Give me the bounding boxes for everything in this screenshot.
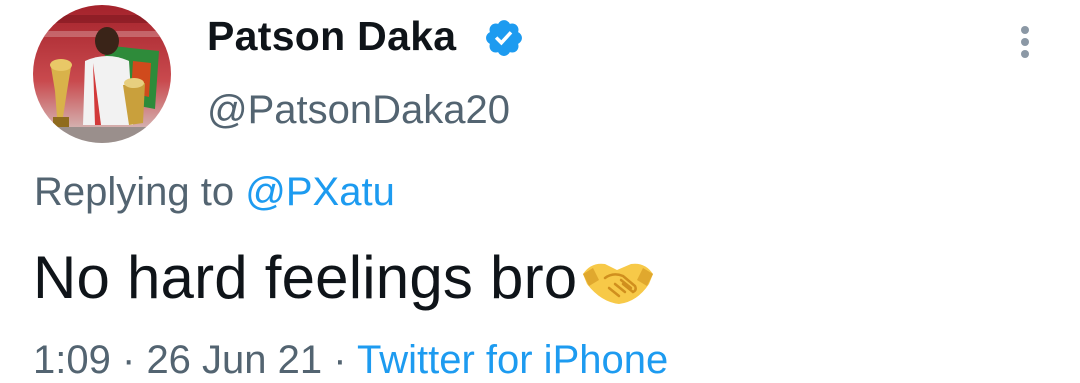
replying-to-prefix: Replying to <box>34 170 235 214</box>
reply-target-link[interactable]: @PXatu <box>245 170 395 214</box>
more-dot <box>1021 38 1029 46</box>
handshake-emoji-icon <box>583 263 654 304</box>
meta-separator: · <box>333 338 347 382</box>
author-handle[interactable]: @PatsonDaka20 <box>207 88 510 133</box>
avatar[interactable] <box>33 5 171 143</box>
tweet-time: 1:09 <box>33 338 111 382</box>
more-dot <box>1021 50 1029 58</box>
author-display-name[interactable]: Patson Daka <box>207 13 456 60</box>
avatar-image <box>33 5 171 143</box>
meta-separator: · <box>121 338 136 382</box>
replying-to-line: Replying to @PXatu <box>34 170 395 215</box>
tweet-text: No hard feelings bro <box>33 244 578 311</box>
tweet-meta: 1:09 · 26 Jun 21 · Twitter for iPhone <box>33 338 668 383</box>
tweet-text-block: No hard feelings bro <box>33 243 657 312</box>
more-dot <box>1021 26 1029 34</box>
tweet-date: 26 Jun 21 <box>146 338 323 382</box>
more-options-icon[interactable] <box>1010 20 1040 64</box>
verified-badge-icon <box>486 20 522 56</box>
tweet-source-link[interactable]: Twitter for iPhone <box>357 338 668 382</box>
